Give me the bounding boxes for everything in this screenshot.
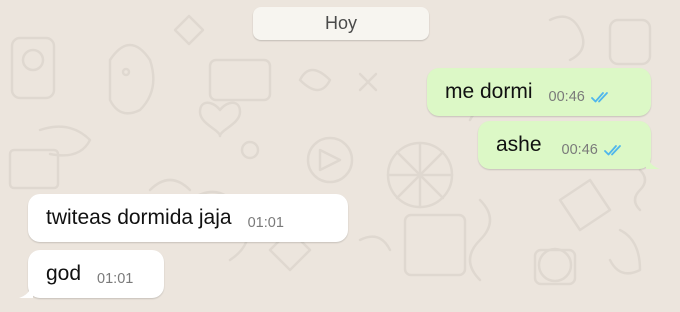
double-check-read-icon: [590, 92, 608, 103]
message-meta: 00:46: [549, 79, 613, 105]
message-text: ashe: [496, 133, 542, 156]
incoming-message-bubble[interactable]: twiteas dormida jaja 01:01: [28, 194, 348, 242]
message-meta: 01:01: [97, 261, 133, 287]
message-meta: 01:01: [248, 205, 284, 231]
message-text: me dormi: [445, 80, 533, 103]
bubble-tail: [19, 282, 33, 298]
outgoing-message-bubble[interactable]: me dormi 00:46: [427, 68, 651, 116]
message-text: god: [46, 262, 82, 285]
incoming-message-bubble[interactable]: god 01:01: [19, 250, 164, 298]
message-meta: 00:46: [562, 132, 626, 158]
date-separator-chip: Hoy: [253, 7, 429, 40]
message-time: 00:46: [561, 142, 598, 158]
message-text: twiteas dormida jaja: [46, 206, 232, 229]
message-time: 01:01: [247, 215, 284, 231]
message-time: 01:01: [97, 271, 134, 287]
date-separator-label: Hoy: [324, 13, 357, 33]
message-time: 00:46: [548, 89, 585, 105]
double-check-read-icon: [603, 145, 621, 156]
outgoing-message-bubble[interactable]: ashe 00:46: [478, 121, 660, 169]
bubble-tail: [646, 153, 660, 169]
